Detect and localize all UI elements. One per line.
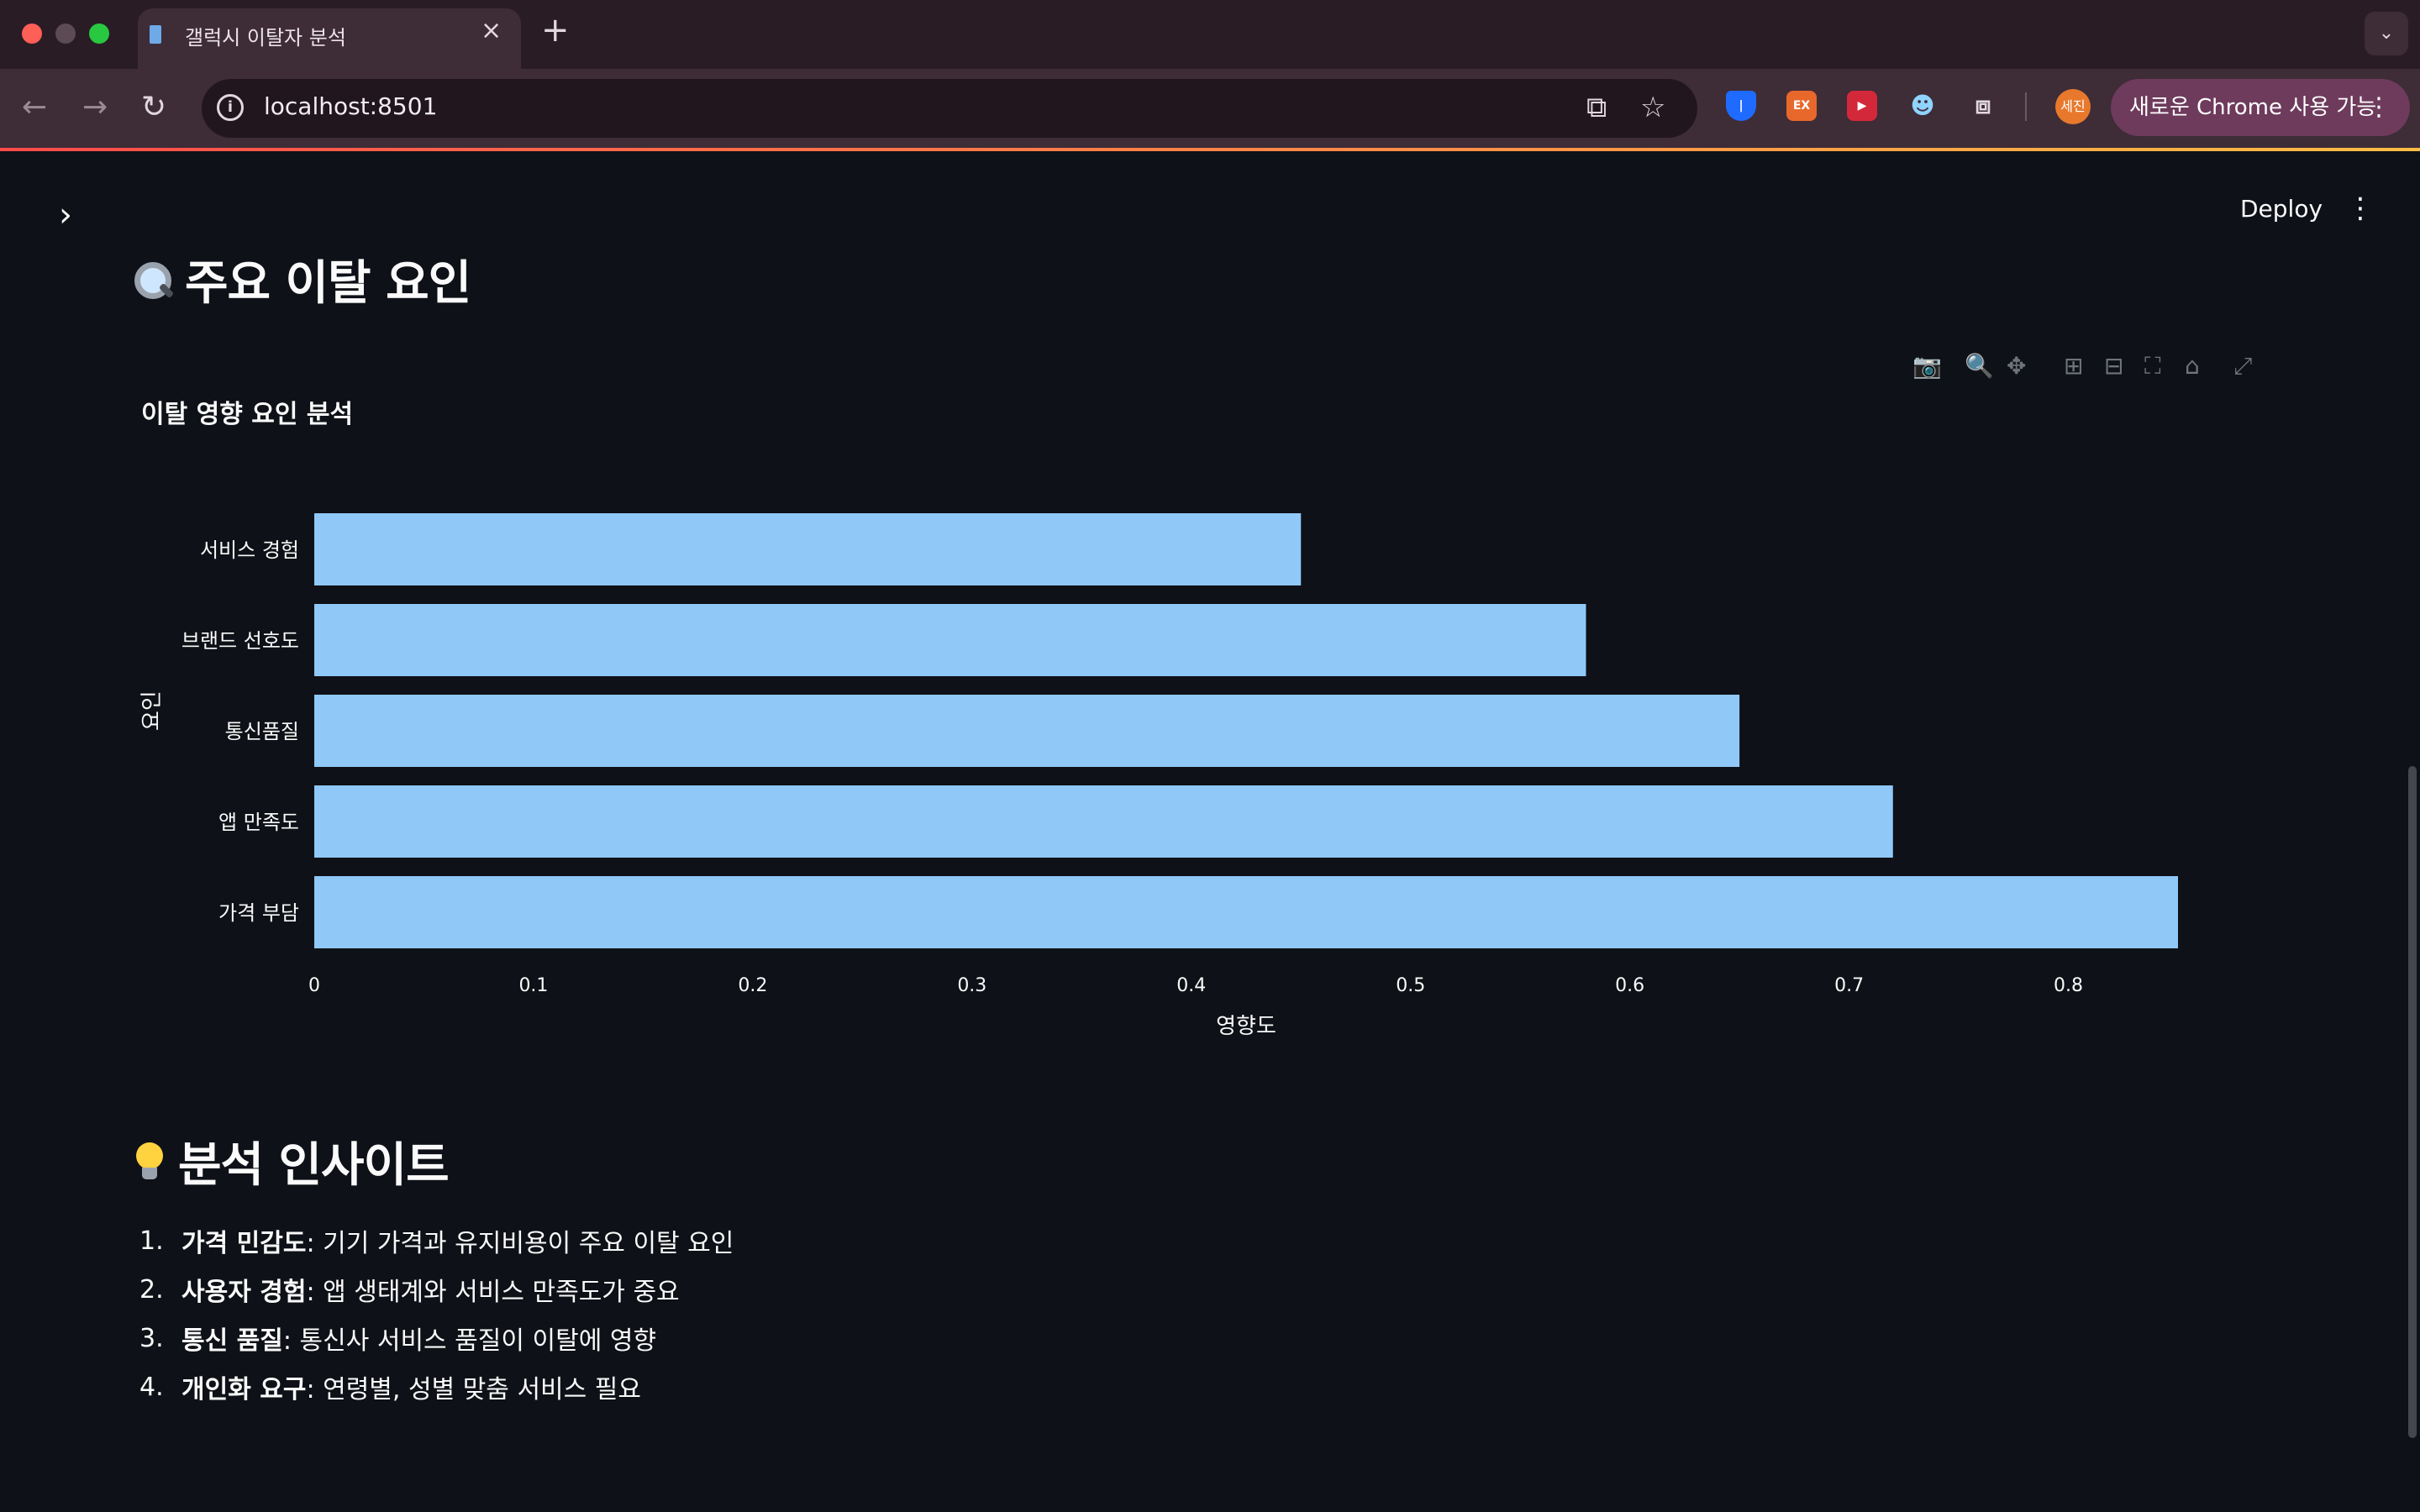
insight-list: 1. 가격 민감도 : 기기 가격과 유지비용이 주요 이탈 요인 2. 사용자… xyxy=(139,1216,734,1411)
x-tick-label: 0.6 xyxy=(1615,975,1644,996)
x-tick-label: 0.8 xyxy=(2054,975,2083,996)
light-bulb-icon xyxy=(133,1141,166,1184)
x-tick-label: 0.5 xyxy=(1396,975,1425,996)
y-tick-label: 통신품질 xyxy=(225,720,299,743)
y-tick-label: 브랜드 선호도 xyxy=(182,629,299,653)
y-tick-label: 서비스 경험 xyxy=(200,538,299,562)
bar-1[interactable] xyxy=(314,604,1586,676)
y-axis-label: 요인 xyxy=(139,690,165,731)
bar-4[interactable] xyxy=(314,876,2178,948)
bar-2[interactable] xyxy=(314,695,1740,767)
y-tick-label: 가격 부담 xyxy=(218,901,299,925)
section-header-text: 분석 인사이트 xyxy=(178,1138,450,1193)
x-tick-label: 0.2 xyxy=(738,975,767,996)
list-item: 3. 통신 품질 : 통신사 서비스 품질이 이탈에 영향 xyxy=(139,1323,657,1357)
list-item: 1. 가격 민감도 : 기기 가격과 유지비용이 주요 이탈 요인 xyxy=(139,1226,734,1259)
x-tick-label: 0 xyxy=(308,975,320,996)
x-tick-label: 0.4 xyxy=(1176,975,1206,996)
section-header-insights: 분석 인사이트 xyxy=(133,1127,450,1195)
y-tick-label: 앱 만족도 xyxy=(218,811,299,834)
x-tick-label: 0.3 xyxy=(957,975,986,996)
x-tick-label: 0.1 xyxy=(518,975,548,996)
x-axis-label: 영향도 xyxy=(1216,1014,1276,1039)
bar-3[interactable] xyxy=(314,785,1893,858)
bar-0[interactable] xyxy=(314,513,1302,585)
bar-chart: 서비스 경험브랜드 선호도통신품질앱 만족도가격 부담 0 0.1 0.2 0.3 0.4… xyxy=(182,513,2178,1039)
list-item: 4. 개인화 요구 : 연령별, 성별 맞춤 서비스 필요 xyxy=(139,1372,641,1405)
list-item: 2. 사용자 경험 : 앱 생태계와 서비스 만족도가 중요 xyxy=(139,1274,680,1308)
x-tick-label: 0.7 xyxy=(1834,975,1864,996)
